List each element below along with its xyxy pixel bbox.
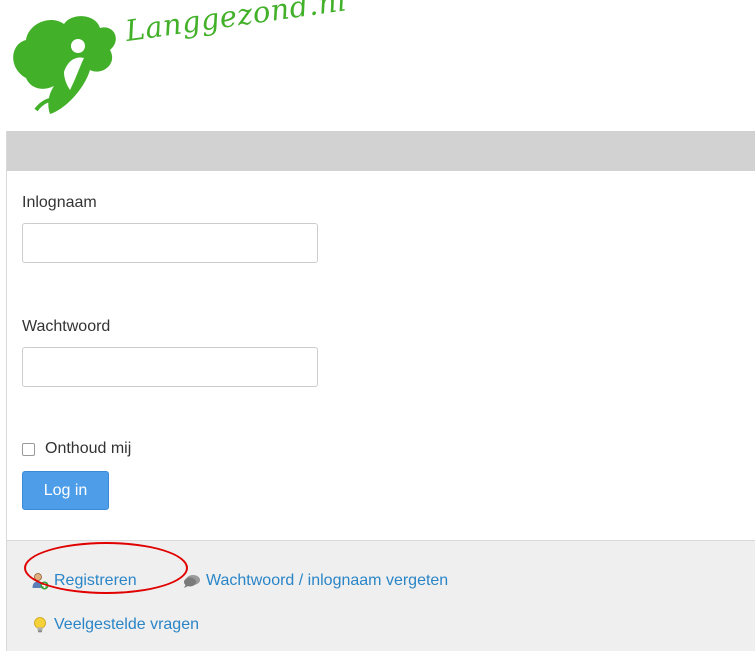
register-link[interactable]: Registreren [54, 572, 137, 590]
site-logo[interactable]: Langgezond.nl [6, 0, 349, 122]
login-panel: Inlognaam Wachtwoord Onthoud mij Log in … [6, 131, 755, 651]
remember-me-label[interactable]: Onthoud mij [45, 440, 131, 458]
panel-header [7, 131, 755, 171]
remember-me-checkbox[interactable] [22, 442, 35, 456]
forgot-link-row[interactable]: Wachtwoord / inlognaam vergeten [183, 572, 448, 590]
logo-text: Langgezond.nl [123, 0, 349, 49]
register-link-row[interactable]: Registreren [31, 572, 137, 590]
lightbulb-icon [34, 617, 46, 633]
panel-footer: Registreren Wachtwoord / inlognaam verge… [7, 540, 755, 651]
login-button[interactable]: Log in [22, 471, 109, 510]
password-input[interactable] [22, 347, 318, 387]
username-label: Inlognaam [22, 194, 97, 211]
faq-link-row[interactable]: Veelgestelde vragen [31, 616, 199, 634]
add-user-icon [32, 573, 49, 590]
remember-me-row[interactable]: Onthoud mij [22, 440, 131, 458]
forgot-password-link[interactable]: Wachtwoord / inlognaam vergeten [206, 572, 448, 590]
tree-person-logo-icon [13, 16, 116, 114]
password-label: Wachtwoord [22, 318, 111, 335]
speech-bubble-icon [184, 575, 200, 588]
username-input[interactable] [22, 223, 318, 263]
faq-link[interactable]: Veelgestelde vragen [54, 616, 199, 634]
